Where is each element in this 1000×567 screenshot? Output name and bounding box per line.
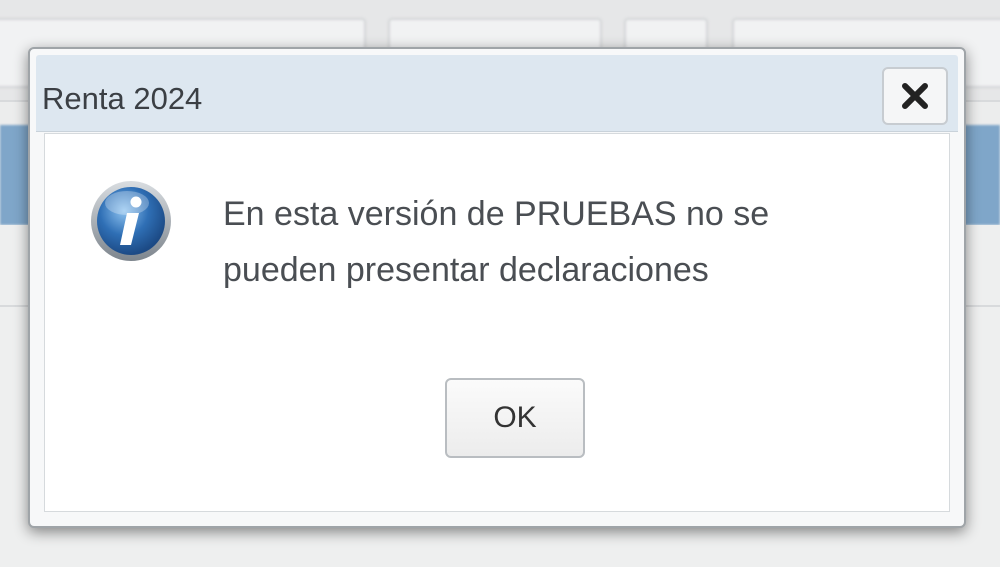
- screen: Renta 2024 En esta versión de PRUEBAS no…: [0, 0, 1000, 567]
- dialog-title: Renta 2024: [42, 81, 203, 116]
- close-button[interactable]: [882, 67, 948, 125]
- message-line: pueden presentar declaraciones: [223, 251, 709, 289]
- ok-button[interactable]: OK: [445, 378, 585, 458]
- dialog-message: En esta versión de PRUEBAS no se pueden …: [223, 186, 883, 298]
- alert-dialog: Renta 2024 En esta versión de PRUEBAS no…: [28, 47, 966, 528]
- dialog-titlebar[interactable]: Renta 2024: [36, 55, 958, 132]
- info-icon: [91, 181, 171, 261]
- dialog-body: En esta versión de PRUEBAS no se pueden …: [44, 133, 950, 512]
- close-icon: [902, 83, 928, 109]
- message-line: En esta versión de PRUEBAS no se: [223, 195, 770, 233]
